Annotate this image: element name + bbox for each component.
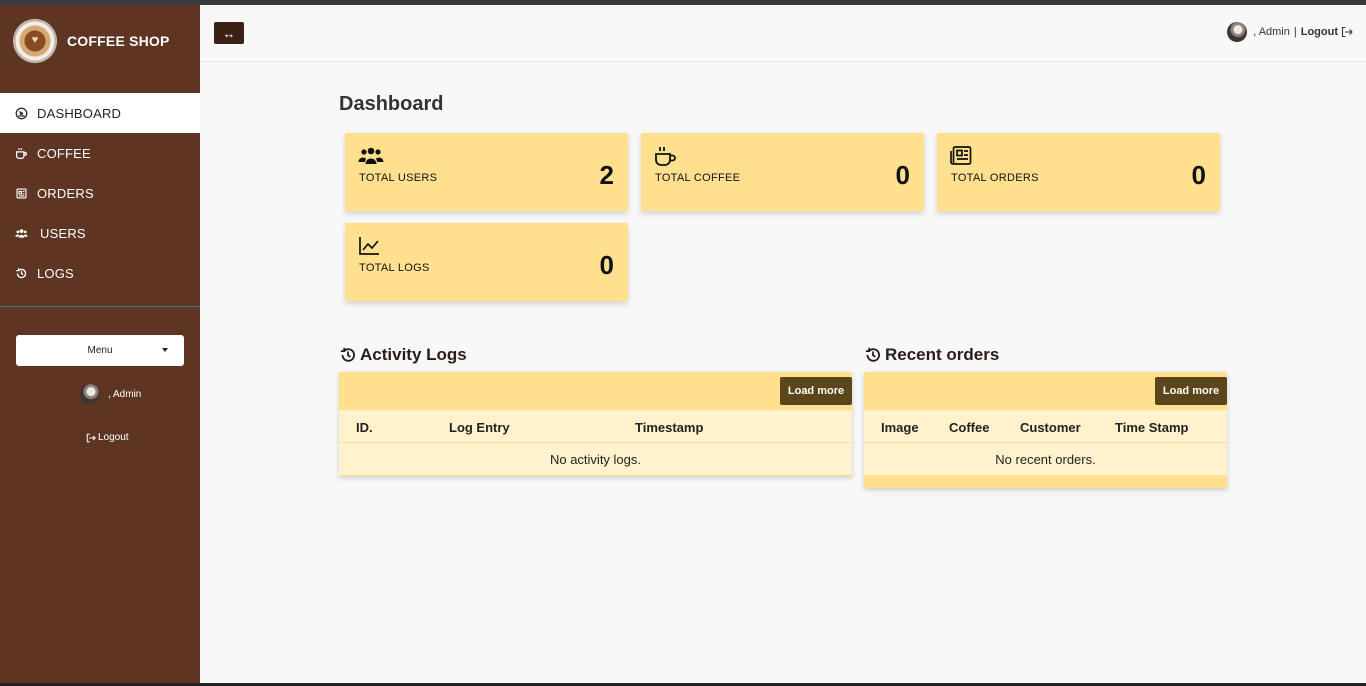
users-icon [13,225,29,241]
sidebar-user-name: , Admin [108,388,142,400]
sidebar-item-label: USERS [40,225,86,241]
sidebar-item-label: LOGS [37,265,74,281]
recent-orders-table: Image Coffee Customer Time Stamp No rece… [864,410,1227,475]
history-icon [13,265,29,281]
column-header-customer[interactable]: Customer [1020,420,1081,435]
arrows-horizontal-icon: ↔ [222,25,236,41]
sidebar-logout-label: Logout [98,432,129,443]
recent-orders-panel: Load more Image Coffee Customer Time Sta… [864,372,1227,488]
activity-logs-heading: Activity Logs [339,345,467,365]
header-user: , Admin | Logout [1227,22,1353,42]
dashboard-icon [13,105,29,121]
avatar[interactable] [1227,22,1248,42]
recent-orders-title: Recent orders [885,345,1000,364]
sidebar-toggle-button[interactable]: ↔ [214,22,244,44]
stat-card-label: TOTAL USERS [359,172,438,184]
stat-card-value: 0 [1191,160,1206,190]
history-icon [340,347,355,362]
stat-card-value: 0 [895,160,910,190]
coffee-icon [13,145,29,161]
column-header-time-stamp[interactable]: Time Stamp [1115,420,1188,435]
history-icon [865,347,880,362]
sidebar-item-label: COFFEE [37,145,91,161]
stat-card-label: TOTAL ORDERS [951,172,1039,184]
sidebar-item-logs[interactable]: LOGS [0,253,200,293]
menu-dropdown[interactable]: Menu [16,335,184,366]
header-separator: | [1293,26,1297,38]
top-header: ↔ , Admin | Logout [200,5,1366,62]
sidebar-item-orders[interactable]: ORDERS [0,173,200,213]
empty-state-message: No activity logs. [549,451,642,467]
users-icon [358,145,384,167]
header-logout-link[interactable]: Logout [1301,26,1338,38]
activity-load-more-button[interactable]: Load more [780,377,852,405]
empty-state-message: No recent orders. [995,451,1096,467]
column-header-log-entry[interactable]: Log Entry [449,420,510,435]
sidebar-nav: DASHBOARD COFFEE ORDERS USERS LOGS [0,93,200,293]
table-header: ID. Log Entry Timestamp [339,410,852,443]
logout-icon[interactable] [1341,26,1353,38]
sidebar-divider [0,306,200,307]
brand[interactable]: ♥ COFFEE SHOP [14,20,170,62]
coffee-cup-logo-icon: ♥ [14,20,56,62]
menu-dropdown-label: Menu [87,345,113,356]
chart-line-icon [358,235,384,257]
stat-card-total-users[interactable]: TOTAL USERS 2 [345,133,628,211]
activity-logs-table: ID. Log Entry Timestamp No activity logs… [339,410,852,475]
column-header-timestamp[interactable]: Timestamp [635,420,703,435]
orders-icon [13,185,29,201]
orders-load-more-button[interactable]: Load more [1155,377,1227,405]
sidebar-item-coffee[interactable]: COFFEE [0,133,200,173]
stat-card-label: TOTAL LOGS [359,262,430,274]
sidebar: ♥ COFFEE SHOP DASHBOARD COFFEE ORDERS US… [0,5,200,683]
column-header-id[interactable]: ID. [356,420,373,435]
sidebar-item-users[interactable]: USERS [0,213,200,253]
stat-card-value: 0 [599,250,614,280]
header-user-name: , Admin [1253,26,1290,38]
stat-card-label: TOTAL COFFEE [655,172,741,184]
sidebar-user: , Admin [80,384,141,404]
sidebar-logout-link[interactable]: Logout [86,432,129,443]
coffee-icon [654,145,680,167]
stat-card-total-coffee[interactable]: TOTAL COFFEE 0 [641,133,924,211]
stat-card-total-logs[interactable]: TOTAL LOGS 0 [345,223,628,301]
recent-orders-heading: Recent orders [864,345,999,365]
stat-card-value: 2 [599,160,614,190]
orders-icon [950,145,976,167]
sidebar-item-dashboard[interactable]: DASHBOARD [0,93,200,133]
column-header-coffee[interactable]: Coffee [949,420,989,435]
brand-title: COFFEE SHOP [67,33,170,49]
page-title: Dashboard [339,93,444,115]
column-header-image[interactable]: Image [881,420,919,435]
stat-card-total-orders[interactable]: TOTAL ORDERS 0 [937,133,1220,211]
activity-logs-title: Activity Logs [360,345,467,364]
sidebar-item-label: DASHBOARD [37,105,122,121]
sidebar-item-label: ORDERS [37,185,94,201]
activity-logs-panel: Load more ID. Log Entry Timestamp No act… [339,372,852,476]
avatar [80,384,100,404]
table-header: Image Coffee Customer Time Stamp [864,410,1227,443]
logout-icon [86,433,96,442]
chevron-down-icon [162,348,168,352]
